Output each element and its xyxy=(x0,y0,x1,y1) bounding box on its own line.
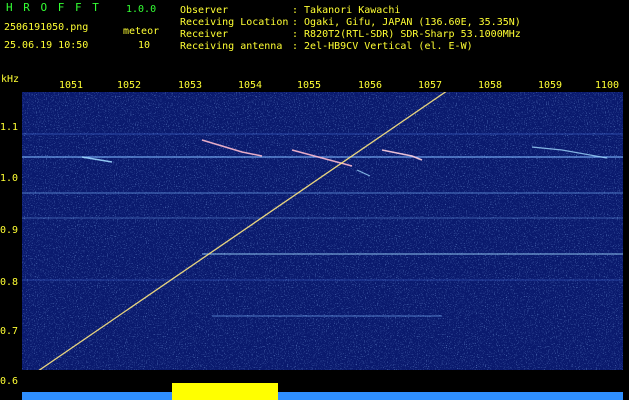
app-title: H R O F F T xyxy=(6,1,101,14)
y-tick-label: 1.1 xyxy=(0,122,19,133)
x-tick-label: 1055 xyxy=(297,80,322,91)
x-tick-label: 1051 xyxy=(59,80,84,91)
meteor-activity-bar xyxy=(22,392,623,400)
x-tick-label: 1059 xyxy=(538,80,563,91)
receiver-label: Receiver xyxy=(180,29,229,40)
y-axis-unit: kHz xyxy=(1,74,20,85)
x-tick-label: 1053 xyxy=(178,80,203,91)
x-tick-label: 1056 xyxy=(358,80,383,91)
meteor-highlight-bar xyxy=(172,383,278,400)
file-name: 2506191050.png xyxy=(4,22,89,33)
app-version: 1.0.0 xyxy=(126,4,157,15)
observer-label: Observer xyxy=(180,5,229,16)
location-label: Receiving Location xyxy=(180,17,289,28)
timestamp: 25.06.19 10:50 xyxy=(4,40,89,51)
x-tick-label: 1052 xyxy=(117,80,142,91)
x-tick-label: 1057 xyxy=(418,80,443,91)
hroffT-screen: { "header": { "app_name": "H R O F F T",… xyxy=(0,0,629,400)
y-tick-label: 0.8 xyxy=(0,277,19,288)
y-tick-label: 0.9 xyxy=(0,225,19,236)
location-value: : Ogaki, Gifu, JAPAN (136.60E, 35.35N) xyxy=(292,17,521,28)
spectrogram xyxy=(22,92,623,370)
receiver-value: : R820T2(RTL-SDR) SDR-Sharp 53.1000MHz xyxy=(292,29,521,40)
observer-value: : Takanori Kawachi xyxy=(292,5,401,16)
x-tick-label: 1100 xyxy=(595,80,620,91)
antenna-value: : 2el-HB9CV Vertical (el. E-W) xyxy=(292,41,473,52)
y-tick-label: 0.6 xyxy=(0,376,19,387)
x-tick-label: 1054 xyxy=(238,80,263,91)
meteor-count: 10 xyxy=(138,40,151,51)
antenna-label: Receiving antenna xyxy=(180,41,283,52)
y-tick-label: 1.0 xyxy=(0,173,19,184)
meteor-label: meteor xyxy=(123,26,160,37)
y-tick-label: 0.7 xyxy=(0,326,19,337)
x-tick-label: 1058 xyxy=(478,80,503,91)
